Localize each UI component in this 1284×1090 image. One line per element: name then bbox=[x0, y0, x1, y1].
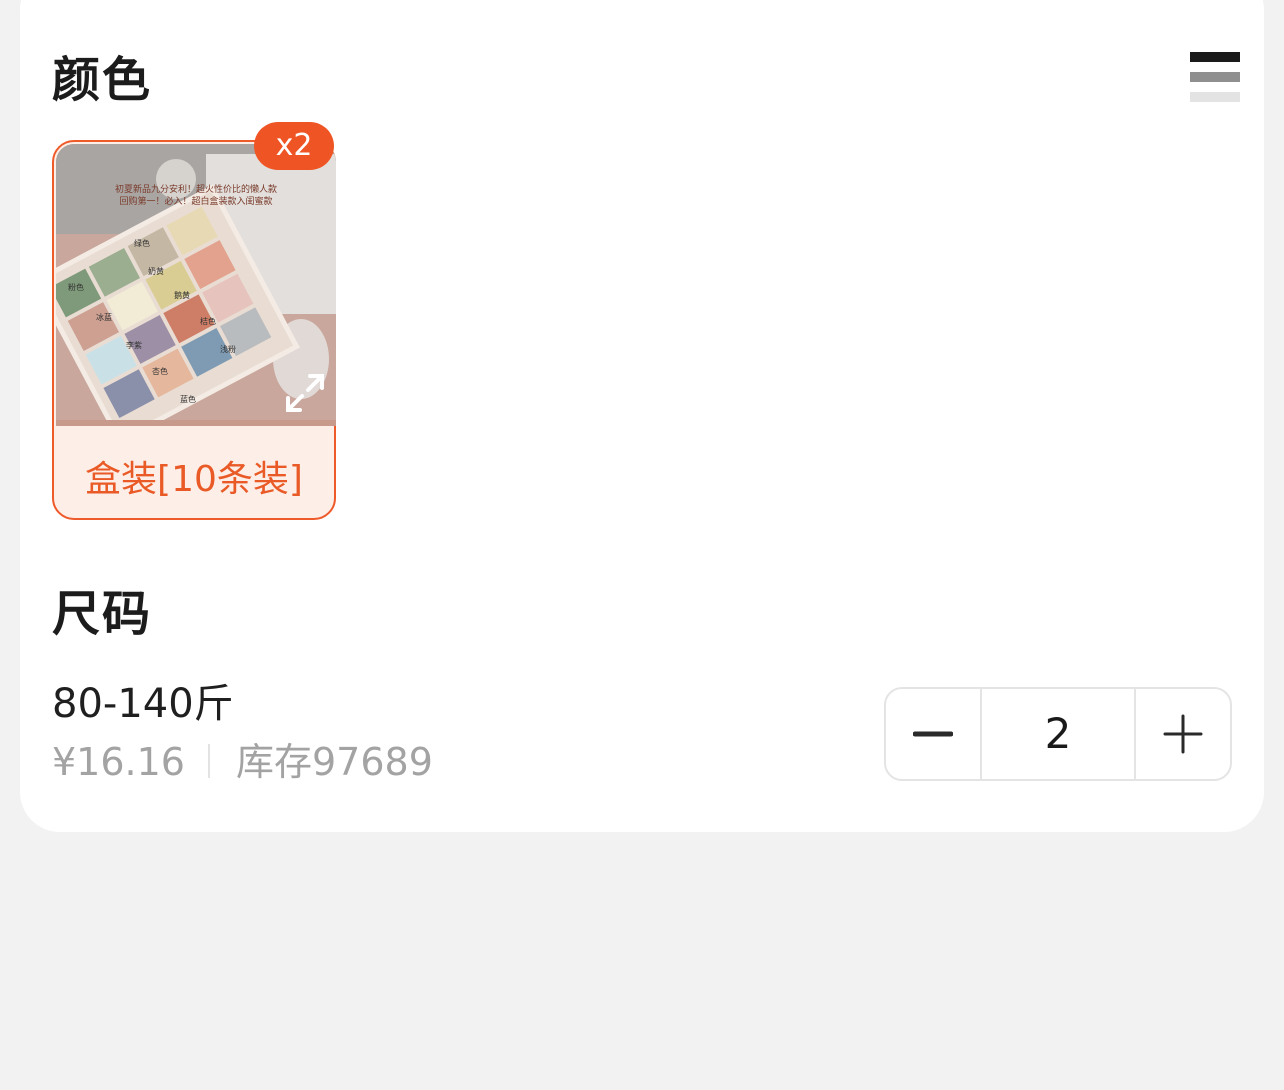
color-option-box-10[interactable]: 初夏新品九分安利！超火性价比的懒人款 回购第一！必入！超白盒装款入闺蜜款 绿色 … bbox=[52, 122, 336, 520]
swatch-label: 绿色 bbox=[134, 238, 150, 248]
product-thumbnail: 初夏新品九分安利！超火性价比的懒人款 回购第一！必入！超白盒装款入闺蜜款 绿色 … bbox=[56, 144, 336, 426]
decrease-quantity-button[interactable] bbox=[886, 689, 982, 779]
size-stock: 库存97689 bbox=[236, 740, 433, 784]
size-price: ¥16.16 bbox=[52, 740, 185, 784]
banner-line-1: 初夏新品九分安利！超火性价比的懒人款 bbox=[115, 183, 277, 195]
minus-icon bbox=[913, 731, 953, 737]
color-section-title: 颜色 bbox=[52, 52, 153, 108]
price-stock-divider bbox=[208, 744, 210, 778]
color-option-label: 盒装[10条装] bbox=[85, 459, 303, 500]
swatch-label: 桔色 bbox=[200, 316, 216, 326]
swatch-label: 蓝色 bbox=[180, 394, 196, 404]
size-option-name: 80-140斤 bbox=[52, 681, 234, 727]
banner-line-2: 回购第一！必入！超白盒装款入闺蜜款 bbox=[119, 195, 272, 207]
size-section-title: 尺码 bbox=[52, 586, 153, 642]
increase-quantity-button[interactable] bbox=[1134, 689, 1230, 779]
swatch-label: 鹅黄 bbox=[174, 290, 190, 300]
quantity-value[interactable]: 2 bbox=[982, 689, 1134, 779]
swatch-label: 杏色 bbox=[152, 366, 168, 376]
plus-icon bbox=[1163, 714, 1203, 754]
expand-icon[interactable] bbox=[280, 368, 330, 418]
selected-count-badge: x2 bbox=[254, 122, 334, 170]
menu-icon[interactable] bbox=[1190, 52, 1240, 104]
swatch-label: 浅粉 bbox=[220, 344, 236, 354]
swatch-label: 李紫 bbox=[126, 340, 142, 350]
swatch-label: 奶黄 bbox=[148, 266, 164, 276]
quantity-stepper: 2 bbox=[884, 687, 1232, 781]
swatch-label: 粉色 bbox=[68, 282, 84, 292]
swatch-label: 冰蓝 bbox=[96, 312, 112, 322]
